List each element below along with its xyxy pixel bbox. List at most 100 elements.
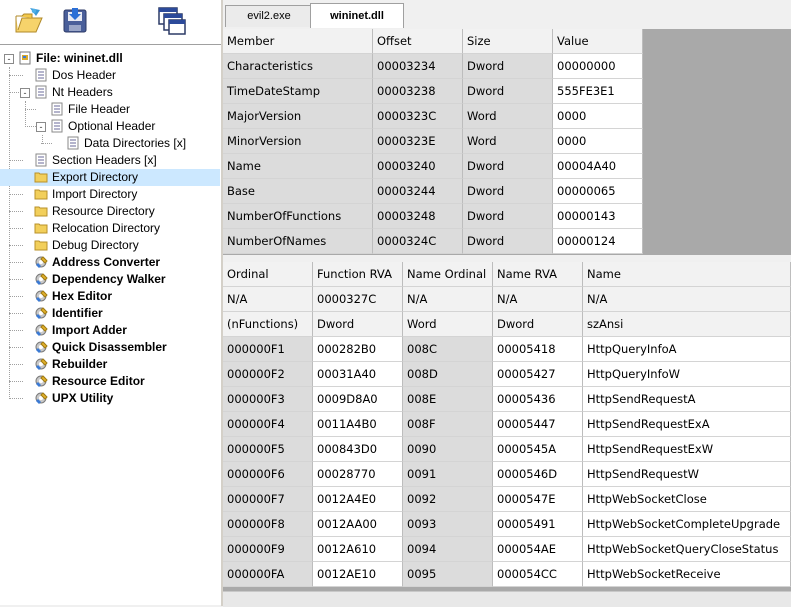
- column-header[interactable]: Offset: [373, 29, 463, 54]
- tree-node-resource-directory[interactable]: Resource Directory: [0, 203, 220, 220]
- tree-node-import-directory[interactable]: Import Directory: [0, 186, 220, 203]
- table-cell[interactable]: HttpSendRequestW: [583, 462, 791, 487]
- collapse-icon[interactable]: -: [20, 88, 30, 98]
- table-cell[interactable]: 0012AA00: [313, 512, 403, 537]
- grid-separator[interactable]: [223, 255, 791, 262]
- collapse-icon[interactable]: -: [4, 54, 14, 64]
- table-cell[interactable]: HttpQueryInfoA: [583, 337, 791, 362]
- tree-node-identifier[interactable]: Identifier: [0, 305, 220, 322]
- table-cell[interactable]: HttpQueryInfoW: [583, 362, 791, 387]
- table-cell[interactable]: 00004A40: [553, 154, 643, 179]
- tree-node-dependency-walker[interactable]: Dependency Walker: [0, 271, 220, 288]
- table-cell: 0093: [403, 512, 493, 537]
- save-file-icon[interactable]: [58, 4, 92, 38]
- column-header[interactable]: Size: [463, 29, 553, 54]
- tree-node-label: Relocation Directory: [52, 221, 161, 235]
- table-cell[interactable]: 00005491: [493, 512, 583, 537]
- windows-icon[interactable]: [155, 4, 189, 38]
- tree-node-export-directory[interactable]: Export Directory: [0, 169, 220, 186]
- tool-icon: [34, 255, 48, 269]
- tab-wininet-dll[interactable]: wininet.dll: [310, 3, 404, 28]
- column-header[interactable]: Name Ordinal: [403, 262, 493, 287]
- tree-node-import-adder[interactable]: Import Adder: [0, 322, 220, 339]
- table-cell: 00003244: [373, 179, 463, 204]
- table-cell[interactable]: 00005418: [493, 337, 583, 362]
- table-cell[interactable]: HttpWebSocketReceive: [583, 562, 791, 587]
- tree-node-file-header[interactable]: File Header: [0, 101, 220, 118]
- tree-node-debug-directory[interactable]: Debug Directory: [0, 237, 220, 254]
- table-cell[interactable]: 00005436: [493, 387, 583, 412]
- tree-node-file-wininet-dll[interactable]: - File: wininet.dll: [0, 50, 220, 67]
- column-header[interactable]: Value: [553, 29, 643, 54]
- tab-evil2-exe[interactable]: evil2.exe: [225, 5, 313, 27]
- table-cell: TimeDateStamp: [223, 79, 373, 104]
- table-cell[interactable]: 0012A610: [313, 537, 403, 562]
- table-cell[interactable]: 0000546D: [493, 462, 583, 487]
- table-cell[interactable]: 0000547E: [493, 487, 583, 512]
- table-cell[interactable]: 00000000: [553, 54, 643, 79]
- table-cell: MajorVersion: [223, 104, 373, 129]
- tree-node-dos-header[interactable]: Dos Header: [0, 67, 220, 84]
- table-cell[interactable]: 555FE3E1: [553, 79, 643, 104]
- table-cell[interactable]: 000054AE: [493, 537, 583, 562]
- tree-node-label: Quick Disassembler: [52, 340, 167, 354]
- table-cell: Word: [463, 104, 553, 129]
- table-cell: Word: [463, 129, 553, 154]
- table-cell[interactable]: 0009D8A0: [313, 387, 403, 412]
- table-cell[interactable]: 00005427: [493, 362, 583, 387]
- table-cell: 00003248: [373, 204, 463, 229]
- tree-node-optional-header[interactable]: - Optional Header: [0, 118, 220, 135]
- table-cell[interactable]: HttpSendRequestExW: [583, 437, 791, 462]
- tree-node-data-directories-x[interactable]: Data Directories [x]: [0, 135, 220, 152]
- table-cell[interactable]: HttpWebSocketClose: [583, 487, 791, 512]
- table-cell[interactable]: HttpSendRequestA: [583, 387, 791, 412]
- table-cell: NumberOfFunctions: [223, 204, 373, 229]
- table-cell[interactable]: 00000124: [553, 229, 643, 254]
- table-cell[interactable]: 000054CC: [493, 562, 583, 587]
- column-header[interactable]: Function RVA: [313, 262, 403, 287]
- table-cell[interactable]: 00000065: [553, 179, 643, 204]
- table-cell[interactable]: 000843D0: [313, 437, 403, 462]
- table-cell: 008C: [403, 337, 493, 362]
- table-cell: 00003238: [373, 79, 463, 104]
- page-icon: [50, 102, 64, 116]
- tree-node-section-headers-x[interactable]: Section Headers [x]: [0, 152, 220, 169]
- column-header[interactable]: Ordinal: [223, 262, 313, 287]
- tree-node-label: Debug Directory: [52, 238, 139, 252]
- table-cell[interactable]: 0012A4E0: [313, 487, 403, 512]
- collapse-icon[interactable]: -: [36, 122, 46, 132]
- table-cell[interactable]: HttpSendRequestExA: [583, 412, 791, 437]
- horizontal-scrollbar[interactable]: [223, 591, 791, 607]
- column-header[interactable]: Name: [583, 262, 791, 287]
- tree-node-address-converter[interactable]: Address Converter: [0, 254, 220, 271]
- table-cell[interactable]: 0011A4B0: [313, 412, 403, 437]
- tree-node-upx-utility[interactable]: UPX Utility: [0, 390, 220, 407]
- column-header[interactable]: Name RVA: [493, 262, 583, 287]
- tree-node-label: Data Directories [x]: [84, 136, 187, 150]
- open-file-icon[interactable]: [12, 4, 46, 38]
- tree-node-hex-editor[interactable]: Hex Editor: [0, 288, 220, 305]
- exports-grid: Ordinal Function RVA Name Ordinal Name RVA N…: [223, 262, 791, 591]
- table-cell[interactable]: HttpWebSocketCompleteUpgrade: [583, 512, 791, 537]
- page-icon: [34, 85, 48, 99]
- table-cell: 000000F7: [223, 487, 313, 512]
- table-cell: Base: [223, 179, 373, 204]
- table-cell[interactable]: 000282B0: [313, 337, 403, 362]
- table-cell: szAnsi: [583, 312, 791, 337]
- column-header[interactable]: Member: [223, 29, 373, 54]
- table-cell[interactable]: 00031A40: [313, 362, 403, 387]
- table-cell[interactable]: 00028770: [313, 462, 403, 487]
- table-cell[interactable]: 00005447: [493, 412, 583, 437]
- table-cell[interactable]: HttpWebSocketQueryCloseStatus: [583, 537, 791, 562]
- table-cell[interactable]: 0012AE10: [313, 562, 403, 587]
- table-cell[interactable]: 0000: [553, 129, 643, 154]
- tree-node-resource-editor[interactable]: Resource Editor: [0, 373, 220, 390]
- table-cell: 008D: [403, 362, 493, 387]
- tree-node-quick-disassembler[interactable]: Quick Disassembler: [0, 339, 220, 356]
- table-cell[interactable]: 0000545A: [493, 437, 583, 462]
- table-cell[interactable]: 0000: [553, 104, 643, 129]
- tree-node-rebuilder[interactable]: Rebuilder: [0, 356, 220, 373]
- table-cell[interactable]: 00000143: [553, 204, 643, 229]
- tree-node-nt-headers[interactable]: - Nt Headers: [0, 84, 220, 101]
- tree-node-relocation-directory[interactable]: Relocation Directory: [0, 220, 220, 237]
